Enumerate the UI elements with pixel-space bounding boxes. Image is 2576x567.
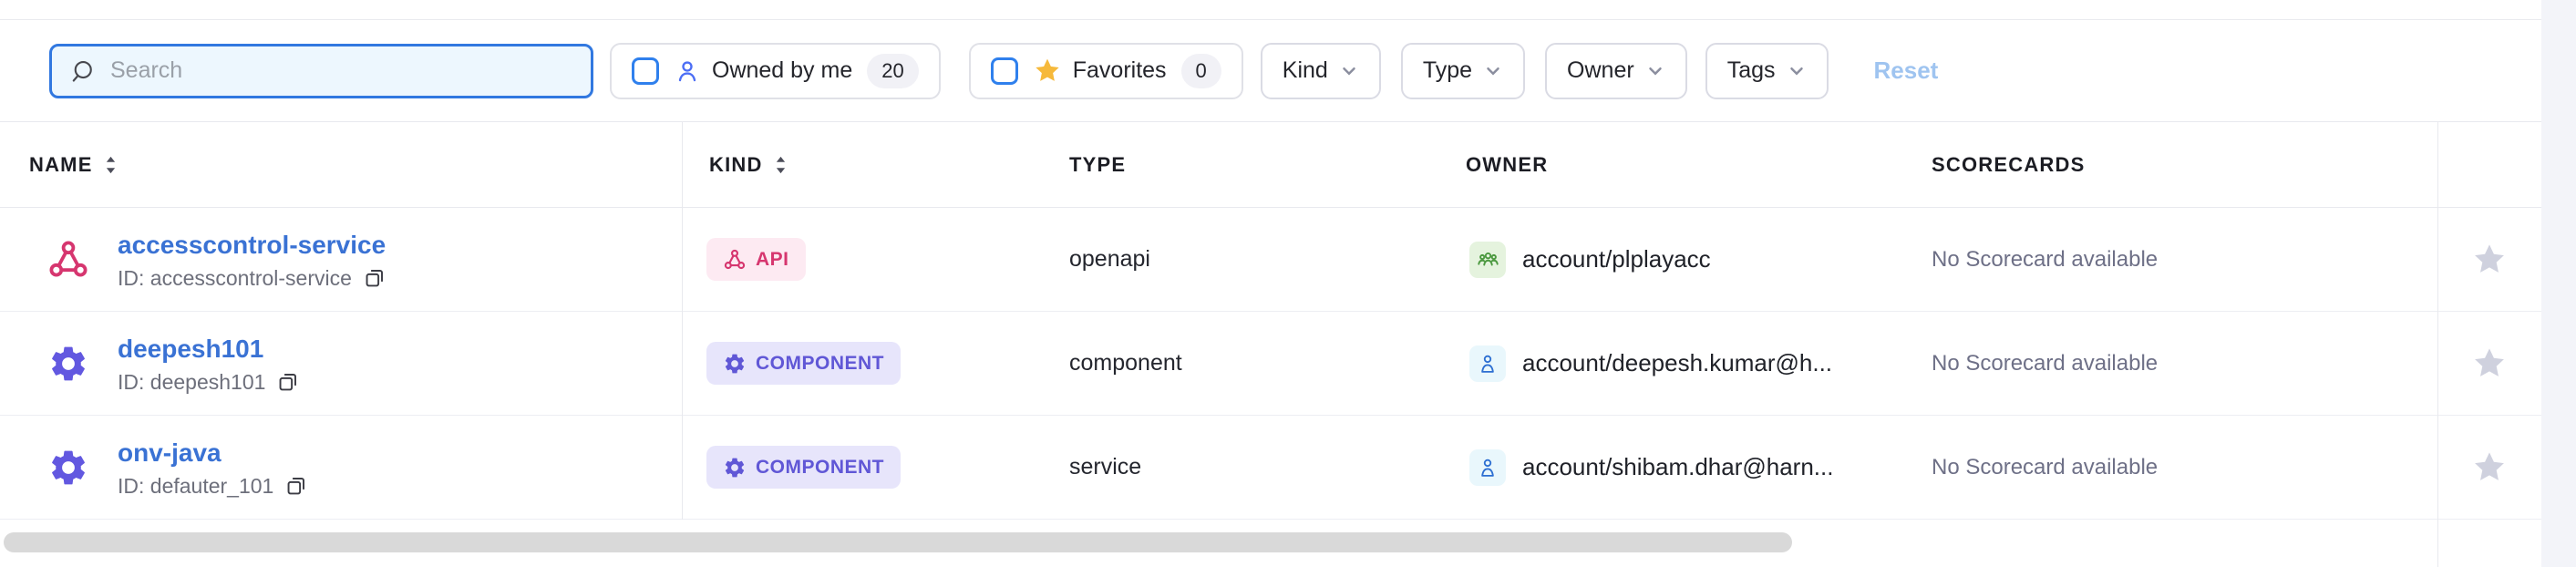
reset-button[interactable]: Reset xyxy=(1874,57,1939,85)
copy-icon[interactable] xyxy=(276,370,300,394)
sort-icon[interactable] xyxy=(774,155,788,175)
search-box[interactable] xyxy=(49,44,593,98)
favorite-star-icon[interactable] xyxy=(2470,345,2509,383)
owner-value: account/deepesh.kumar@h... xyxy=(1522,349,1832,377)
search-input[interactable] xyxy=(108,57,574,85)
table-row[interactable]: onv-java ID: defauter_101 COMPONENT xyxy=(0,416,2541,520)
header-kind[interactable]: KIND xyxy=(682,122,1051,207)
favorites-filter[interactable]: Favorites 0 xyxy=(969,43,1243,99)
chevron-down-icon xyxy=(1339,61,1359,81)
entity-id: ID: defauter_101 xyxy=(118,474,273,499)
type-value: service xyxy=(1051,416,1449,519)
owned-by-me-filter[interactable]: Owned by me 20 xyxy=(610,43,941,99)
owner-value: account/plplayacc xyxy=(1522,245,1711,273)
type-value: component xyxy=(1051,312,1449,415)
sort-icon[interactable] xyxy=(104,155,118,175)
entity-id: ID: deepesh101 xyxy=(118,370,265,395)
catalog-page: Owned by me 20 Favorites 0 Kind Type Own… xyxy=(0,0,2576,567)
owned-by-me-checkbox[interactable] xyxy=(632,57,659,85)
header-name[interactable]: NAME xyxy=(0,122,682,207)
api-icon xyxy=(46,238,90,282)
kind-badge: API xyxy=(706,238,806,281)
owner-dropdown-label: Owner xyxy=(1567,57,1634,84)
header-name-label: NAME xyxy=(29,153,93,177)
owned-by-me-label: Owned by me xyxy=(712,57,852,84)
column-divider xyxy=(682,121,683,520)
owned-by-me-count: 20 xyxy=(867,54,918,88)
entity-name-link[interactable]: deepesh101 xyxy=(118,333,300,365)
gear-icon xyxy=(46,446,90,490)
entity-name-link[interactable]: accesscontrol-service xyxy=(118,229,386,261)
gear-icon xyxy=(46,342,90,386)
person-icon xyxy=(674,57,701,85)
kind-badge-label: COMPONENT xyxy=(756,353,884,375)
kind-badge: COMPONENT xyxy=(706,342,901,385)
type-dropdown-label: Type xyxy=(1423,57,1472,84)
tags-dropdown-label: Tags xyxy=(1727,57,1776,84)
kind-dropdown[interactable]: Kind xyxy=(1261,43,1381,99)
header-kind-label: KIND xyxy=(709,153,763,177)
entity-name-link[interactable]: onv-java xyxy=(118,437,308,469)
chevron-down-icon xyxy=(1645,61,1665,81)
header-type: TYPE xyxy=(1051,122,1449,207)
column-divider xyxy=(2437,121,2438,567)
scorecard-status: No Scorecard available xyxy=(1912,208,2437,311)
horizontal-scrollbar[interactable] xyxy=(4,532,1792,552)
search-icon xyxy=(68,57,96,85)
owner-dropdown[interactable]: Owner xyxy=(1545,43,1687,99)
scorecard-status: No Scorecard available xyxy=(1912,312,2437,415)
chevron-down-icon xyxy=(1787,61,1807,81)
kind-badge-label: API xyxy=(756,249,789,271)
header-owner: OWNER xyxy=(1449,122,1912,207)
table-row[interactable]: deepesh101 ID: deepesh101 COMPONENT xyxy=(0,312,2541,416)
group-icon xyxy=(1469,242,1506,278)
type-dropdown[interactable]: Type xyxy=(1401,43,1525,99)
favorite-star-icon[interactable] xyxy=(2470,448,2509,487)
entity-id: ID: accesscontrol-service xyxy=(118,266,352,291)
header-favorite-spacer xyxy=(2437,122,2541,207)
filter-bar: Owned by me 20 Favorites 0 Kind Type Own… xyxy=(0,20,2541,121)
copy-icon[interactable] xyxy=(363,266,386,290)
table-row[interactable]: accesscontrol-service ID: accesscontrol-… xyxy=(0,208,2541,312)
gear-icon xyxy=(723,456,747,479)
scorecard-status: No Scorecard available xyxy=(1912,416,2437,519)
favorite-star-icon[interactable] xyxy=(2470,241,2509,279)
kind-badge-label: COMPONENT xyxy=(756,457,884,479)
person-icon xyxy=(1469,449,1506,486)
favorites-checkbox[interactable] xyxy=(991,57,1018,85)
star-gold-icon xyxy=(1033,57,1062,86)
chevron-down-icon xyxy=(1483,61,1503,81)
table-header: NAME KIND TYPE OWNER SCORECARDS xyxy=(0,121,2541,208)
favorites-label: Favorites xyxy=(1073,57,1167,84)
owner-value: account/shibam.dhar@harn... xyxy=(1522,453,1833,481)
header-scorecards: SCORECARDS xyxy=(1912,122,2437,207)
copy-icon[interactable] xyxy=(284,474,308,498)
page-background-strip xyxy=(2541,0,2576,567)
tags-dropdown[interactable]: Tags xyxy=(1705,43,1829,99)
type-value: openapi xyxy=(1051,208,1449,311)
gear-icon xyxy=(723,352,747,376)
kind-dropdown-label: Kind xyxy=(1283,57,1328,84)
api-icon xyxy=(723,248,747,272)
person-icon xyxy=(1469,345,1506,382)
favorites-count: 0 xyxy=(1181,54,1221,88)
kind-badge: COMPONENT xyxy=(706,446,901,489)
